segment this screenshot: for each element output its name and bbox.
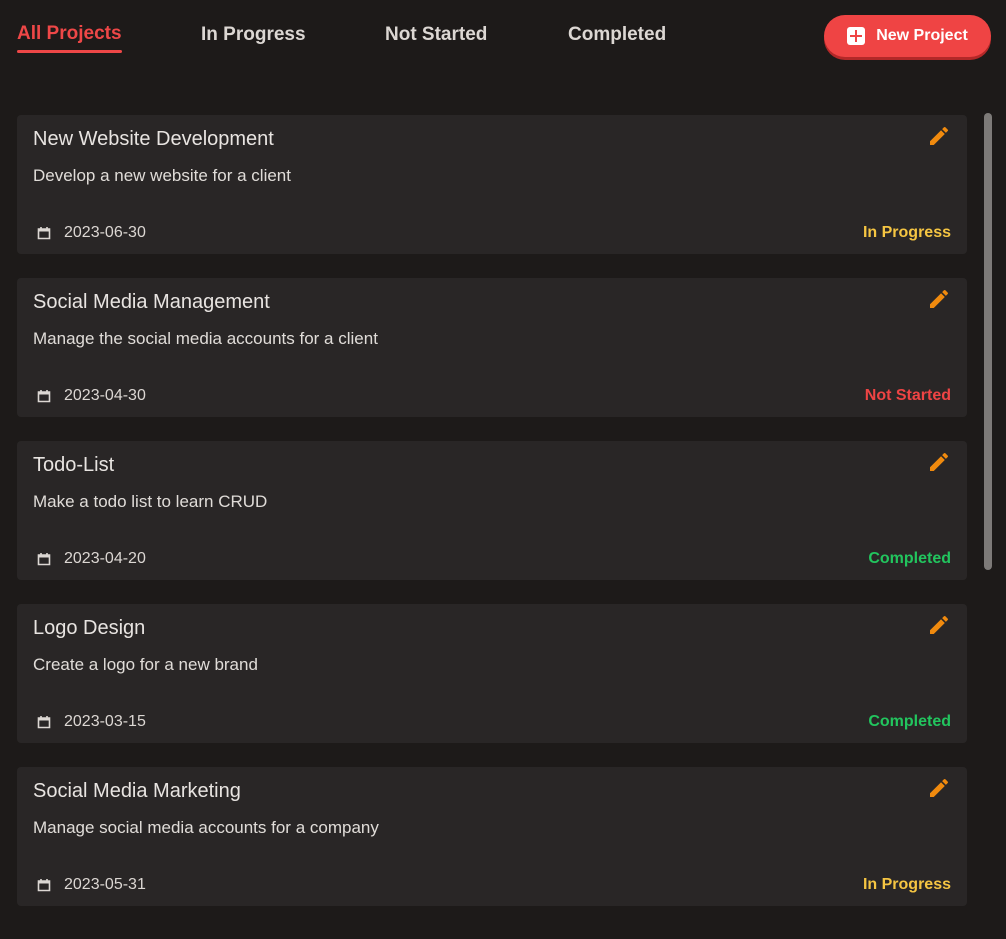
status-badge: Completed: [868, 713, 951, 730]
calendar-icon: [37, 553, 51, 566]
project-card: Social Media Management Manage the socia…: [17, 278, 967, 417]
project-description: Create a logo for a new brand: [33, 655, 258, 674]
calendar-icon: [37, 716, 51, 729]
scrollbar-thumb[interactable]: [984, 113, 992, 570]
edit-pencil-icon[interactable]: [927, 613, 951, 637]
project-title: Social Media Management: [33, 291, 270, 313]
app: All Projects In Progress Not Started Com…: [0, 0, 1006, 939]
project-description: Develop a new website for a client: [33, 166, 291, 185]
project-title: Todo-List: [33, 454, 115, 476]
edit-pencil-icon[interactable]: [927, 124, 951, 148]
project-card: Logo Design Create a logo for a new bran…: [17, 604, 967, 743]
project-title: Social Media Marketing: [33, 780, 241, 802]
edit-pencil-icon[interactable]: [927, 776, 951, 800]
calendar-icon: [37, 227, 51, 240]
project-description: Manage the social media accounts for a c…: [33, 329, 378, 348]
project-card: New Website Development Develop a new we…: [17, 115, 967, 254]
project-title: New Website Development: [33, 128, 274, 150]
plus-square-icon: [847, 27, 866, 45]
tab-in-progress[interactable]: In Progress: [201, 24, 306, 50]
tab-completed[interactable]: Completed: [568, 24, 666, 50]
project-filter-tabs: All Projects In Progress Not Started Com…: [0, 0, 820, 80]
status-badge: Not Started: [864, 387, 951, 404]
new-project-button[interactable]: New Project: [824, 15, 991, 57]
status-badge: In Progress: [862, 876, 951, 893]
project-description: Make a todo list to learn CRUD: [33, 492, 268, 511]
project-due-date: 2023-05-31: [37, 876, 146, 894]
scrollbar[interactable]: [982, 113, 994, 925]
project-due-date: 2023-04-30: [37, 387, 146, 405]
project-due-date: 2023-03-15: [37, 713, 146, 731]
project-date-text: 2023-04-30: [64, 387, 146, 404]
project-due-date: 2023-04-20: [37, 550, 146, 568]
project-due-date: 2023-06-30: [37, 224, 146, 242]
project-description: Manage social media accounts for a compa…: [33, 818, 379, 837]
project-date-text: 2023-05-31: [64, 876, 146, 893]
project-card: Social Media Marketing Manage social med…: [17, 767, 967, 906]
project-date-text: 2023-03-15: [64, 713, 146, 730]
tab-all-projects[interactable]: All Projects: [17, 23, 122, 53]
project-title: Logo Design: [33, 617, 146, 639]
project-list: New Website Development Develop a new we…: [17, 115, 967, 930]
status-badge: Completed: [868, 550, 951, 567]
tab-not-started[interactable]: Not Started: [385, 24, 487, 50]
calendar-icon: [37, 879, 51, 892]
edit-pencil-icon[interactable]: [927, 450, 951, 474]
edit-pencil-icon[interactable]: [927, 287, 951, 311]
status-badge: In Progress: [862, 224, 951, 241]
new-project-label: New Project: [876, 27, 968, 44]
project-date-text: 2023-04-20: [64, 550, 146, 567]
project-date-text: 2023-06-30: [64, 224, 146, 241]
calendar-icon: [37, 390, 51, 403]
project-card: Todo-List Make a todo list to learn CRUD…: [17, 441, 967, 580]
